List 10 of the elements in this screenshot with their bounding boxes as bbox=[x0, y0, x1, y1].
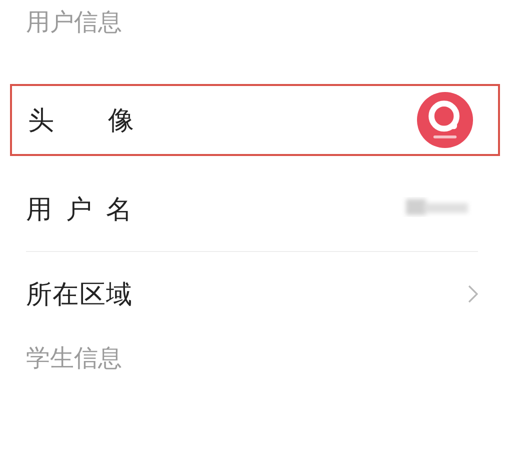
avatar-icon bbox=[416, 91, 474, 149]
row-label: 用 户 名 bbox=[26, 194, 132, 227]
settings-row[interactable]: 头 像 bbox=[10, 84, 500, 156]
row-label: 头 像 bbox=[28, 104, 134, 138]
settings-row[interactable]: 所在区域 bbox=[26, 252, 478, 336]
section-title: 学生信息 bbox=[25, 343, 123, 374]
settings-row[interactable]: 用 户 名 bbox=[26, 168, 478, 252]
chevron-icon bbox=[468, 285, 478, 303]
section-title: 用户信息 bbox=[25, 7, 123, 38]
row-label: 所在区域 bbox=[26, 278, 132, 312]
